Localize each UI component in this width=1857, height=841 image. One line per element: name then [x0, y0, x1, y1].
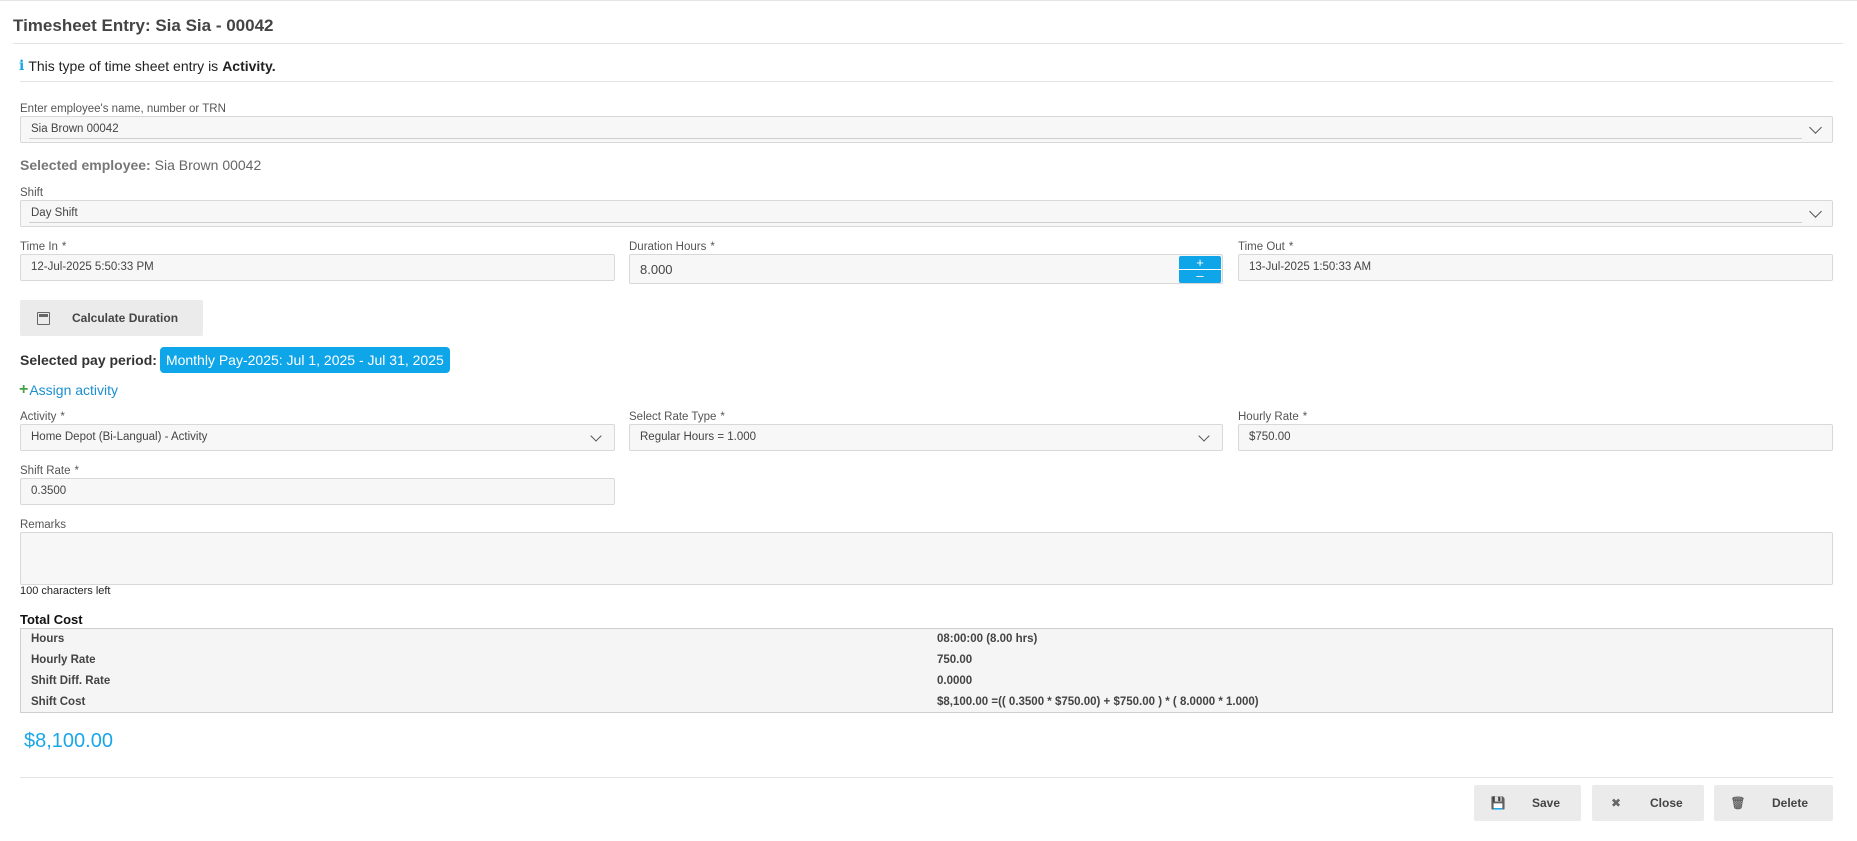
required-mark: * — [61, 241, 67, 253]
row-value: 0.0000 — [937, 675, 973, 687]
info-type: Activity. — [222, 58, 276, 74]
duration-label: Duration Hours * — [629, 241, 715, 253]
remarks-label: Remarks — [20, 519, 67, 531]
employee-select-value: Sia Brown 00042 — [31, 123, 119, 135]
row-label: Shift Diff. Rate — [31, 675, 111, 687]
shift-rate-label: Shift Rate * — [20, 465, 79, 477]
time-out-label: Time Out * — [1238, 241, 1293, 253]
title-divider — [13, 43, 1843, 44]
info-text: This type of time sheet entry is — [28, 58, 219, 74]
total-cost-table: Hours 08:00:00 (8.00 hrs) Hourly Rate 75… — [20, 628, 1833, 713]
pay-period-label: Selected pay period: — [20, 352, 157, 368]
shift-rate-input[interactable]: 0.3500 — [20, 478, 615, 505]
row-value: $8,100.00 =(( 0.3500 * $750.00) + $750.0… — [937, 696, 1259, 708]
entry-type-info: i This type of time sheet entry is Activ… — [19, 58, 276, 74]
required-mark: * — [1302, 411, 1308, 423]
required-mark: * — [60, 411, 65, 423]
time-in-label-text: Time In — [20, 241, 58, 253]
total-cost-amount: $8,100.00 — [24, 730, 113, 752]
delete-button[interactable]: 🗑 Delete — [1714, 785, 1833, 821]
footer-divider — [20, 777, 1833, 778]
calculator-icon — [37, 311, 50, 325]
activity-label: Activity * — [20, 411, 65, 423]
required-mark: * — [710, 241, 715, 253]
row-value: 750.00 — [937, 654, 973, 666]
row-label: Shift Cost — [31, 696, 86, 708]
row-label: Hours — [31, 633, 65, 645]
delete-label: Delete — [1772, 796, 1809, 810]
rate-type-select-value: Regular Hours = 1.000 — [640, 431, 757, 443]
duration-value: 8.000 — [640, 262, 673, 277]
hourly-rate-value: $750.00 — [1249, 431, 1291, 443]
close-label: Close — [1650, 796, 1683, 810]
hourly-rate-label: Hourly Rate * — [1238, 411, 1307, 423]
info-icon: i — [19, 58, 25, 74]
hourly-rate-label-text: Hourly Rate — [1238, 411, 1299, 423]
required-mark: * — [1288, 241, 1294, 253]
selected-employee: Selected employee: Sia Brown 00042 — [20, 157, 261, 173]
x-icon: ✖ — [1610, 796, 1622, 810]
minus-icon[interactable]: – — [1179, 269, 1221, 282]
page-title: Timesheet Entry: Sia Sia - 00042 — [13, 16, 274, 35]
selected-employee-value: Sia Brown 00042 — [154, 157, 262, 173]
floppy-disk-icon: 💾 — [1490, 796, 1506, 810]
close-button[interactable]: ✖ Close — [1592, 785, 1704, 821]
save-button[interactable]: 💾 Save — [1474, 785, 1581, 821]
trash-icon: 🗑 — [1730, 796, 1746, 810]
rate-type-select[interactable]: Regular Hours = 1.000 — [629, 424, 1223, 451]
selected-employee-label: Selected employee: — [20, 157, 151, 173]
table-row: Hours 08:00:00 (8.00 hrs) — [21, 629, 1832, 650]
total-cost-title: Total Cost — [20, 612, 83, 627]
required-mark: * — [720, 411, 725, 423]
row-value: 08:00:00 (8.00 hrs) — [937, 633, 1038, 645]
chevron-down-icon — [1809, 121, 1822, 134]
shift-label: Shift — [20, 187, 44, 199]
employee-select[interactable]: Sia Brown 00042 — [20, 116, 1833, 143]
remarks-textarea[interactable] — [20, 532, 1833, 585]
table-row: Shift Cost $8,100.00 =(( 0.3500 * $750.0… — [21, 692, 1832, 713]
assign-activity-label: Assign activity — [29, 382, 119, 398]
calculate-duration-button[interactable]: Calculate Duration — [20, 300, 203, 336]
chevron-down-icon — [590, 430, 602, 442]
time-in-label: Time In * — [20, 241, 66, 253]
shift-select[interactable]: Day Shift — [20, 200, 1833, 227]
hourly-rate-input[interactable]: $750.00 — [1238, 424, 1833, 451]
assign-activity-link[interactable]: + Assign activity — [19, 381, 118, 399]
time-out-input[interactable]: 13-Jul-2025 1:50:33 AM — [1238, 254, 1833, 281]
duration-label-text: Duration Hours — [629, 241, 707, 253]
rate-type-label-text: Select Rate Type — [629, 411, 717, 423]
required-mark: * — [74, 465, 79, 477]
remarks-chars-left: 100 characters left — [20, 585, 111, 597]
employee-label: Enter employee's name, number or TRN — [20, 103, 226, 115]
time-in-value: 12-Jul-2025 5:50:33 PM — [31, 261, 154, 273]
chevron-down-icon — [1198, 430, 1210, 442]
shift-rate-label-text: Shift Rate — [20, 465, 71, 477]
calculate-duration-label: Calculate Duration — [72, 311, 179, 325]
table-row: Hourly Rate 750.00 — [21, 650, 1832, 671]
plus-icon: + — [19, 381, 29, 398]
rate-type-label: Select Rate Type * — [629, 411, 725, 423]
pay-period-badge: Monthly Pay-2025: Jul 1, 2025 - Jul 31, … — [159, 347, 450, 373]
activity-label-text: Activity — [20, 411, 57, 423]
row-label: Hourly Rate — [31, 654, 96, 666]
employee-select-underline — [29, 138, 1802, 139]
save-label: Save — [1532, 796, 1561, 810]
duration-input[interactable]: 8.000 + – — [629, 254, 1223, 284]
shift-rate-value: 0.3500 — [31, 485, 67, 497]
top-border — [0, 0, 1857, 1]
table-row: Shift Diff. Rate 0.0000 — [21, 671, 1832, 692]
activity-select-value: Home Depot (Bi-Langual) - Activity — [31, 431, 208, 443]
chevron-down-icon — [1809, 205, 1822, 218]
time-out-label-text: Time Out — [1238, 241, 1285, 253]
duration-stepper: + – — [1179, 256, 1221, 283]
activity-select[interactable]: Home Depot (Bi-Langual) - Activity — [20, 424, 615, 451]
shift-select-value: Day Shift — [31, 207, 78, 219]
info-divider — [20, 81, 1833, 82]
time-in-input[interactable]: 12-Jul-2025 5:50:33 PM — [20, 254, 615, 281]
shift-select-underline — [29, 222, 1802, 223]
time-out-value: 13-Jul-2025 1:50:33 AM — [1249, 261, 1372, 273]
pay-period: Selected pay period: Monthly Pay-2025: J… — [20, 347, 450, 373]
